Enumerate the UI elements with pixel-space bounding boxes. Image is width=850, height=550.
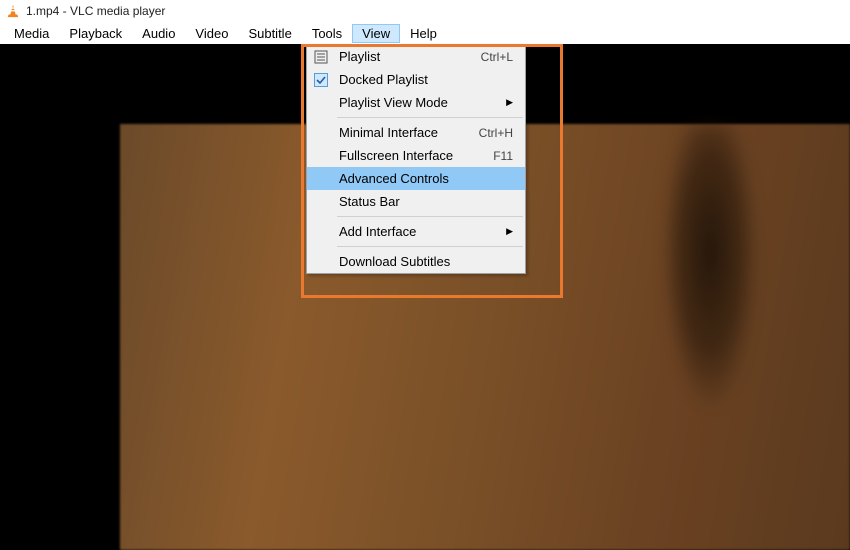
menuitem-shortcut: F11 <box>493 149 517 163</box>
playlist-icon <box>307 50 335 64</box>
menuitem-minimal-interface[interactable]: Minimal Interface Ctrl+H <box>307 121 525 144</box>
menuitem-label: Minimal Interface <box>335 125 479 140</box>
checked-icon <box>307 73 335 87</box>
menuitem-playlist[interactable]: Playlist Ctrl+L <box>307 45 525 68</box>
menuitem-playlist-view-mode[interactable]: Playlist View Mode ▶ <box>307 91 525 114</box>
menu-bar: Media Playback Audio Video Subtitle Tool… <box>0 22 850 44</box>
menu-audio[interactable]: Audio <box>132 24 185 43</box>
menu-tools[interactable]: Tools <box>302 24 352 43</box>
view-dropdown: Playlist Ctrl+L Docked Playlist Playlist… <box>306 44 526 274</box>
title-bar: 1.mp4 - VLC media player <box>0 0 850 22</box>
menuitem-status-bar[interactable]: Status Bar <box>307 190 525 213</box>
menu-playback[interactable]: Playback <box>59 24 132 43</box>
menuitem-add-interface[interactable]: Add Interface ▶ <box>307 220 525 243</box>
menuitem-label: Status Bar <box>335 194 517 209</box>
menuitem-download-subtitles[interactable]: Download Subtitles <box>307 250 525 273</box>
menu-separator <box>337 117 523 118</box>
menuitem-fullscreen-interface[interactable]: Fullscreen Interface F11 <box>307 144 525 167</box>
menu-help[interactable]: Help <box>400 24 447 43</box>
menuitem-label: Fullscreen Interface <box>335 148 493 163</box>
menuitem-advanced-controls[interactable]: Advanced Controls <box>307 167 525 190</box>
submenu-arrow-icon: ▶ <box>506 97 517 108</box>
video-content-shadow <box>660 124 760 550</box>
menu-separator <box>337 216 523 217</box>
vlc-icon <box>6 4 20 18</box>
menu-separator <box>337 246 523 247</box>
menuitem-shortcut: Ctrl+L <box>481 50 517 64</box>
menu-subtitle[interactable]: Subtitle <box>238 24 301 43</box>
submenu-arrow-icon: ▶ <box>506 226 517 237</box>
menu-view[interactable]: View <box>352 24 400 43</box>
menu-media[interactable]: Media <box>4 24 59 43</box>
menuitem-label: Playlist View Mode <box>335 95 506 110</box>
menuitem-label: Playlist <box>335 49 481 64</box>
menuitem-label: Add Interface <box>335 224 506 239</box>
menuitem-label: Advanced Controls <box>335 171 517 186</box>
menu-video[interactable]: Video <box>185 24 238 43</box>
menuitem-label: Docked Playlist <box>335 72 517 87</box>
window-title: 1.mp4 - VLC media player <box>26 4 165 18</box>
menuitem-label: Download Subtitles <box>335 254 517 269</box>
menuitem-shortcut: Ctrl+H <box>479 126 517 140</box>
menuitem-docked-playlist[interactable]: Docked Playlist <box>307 68 525 91</box>
